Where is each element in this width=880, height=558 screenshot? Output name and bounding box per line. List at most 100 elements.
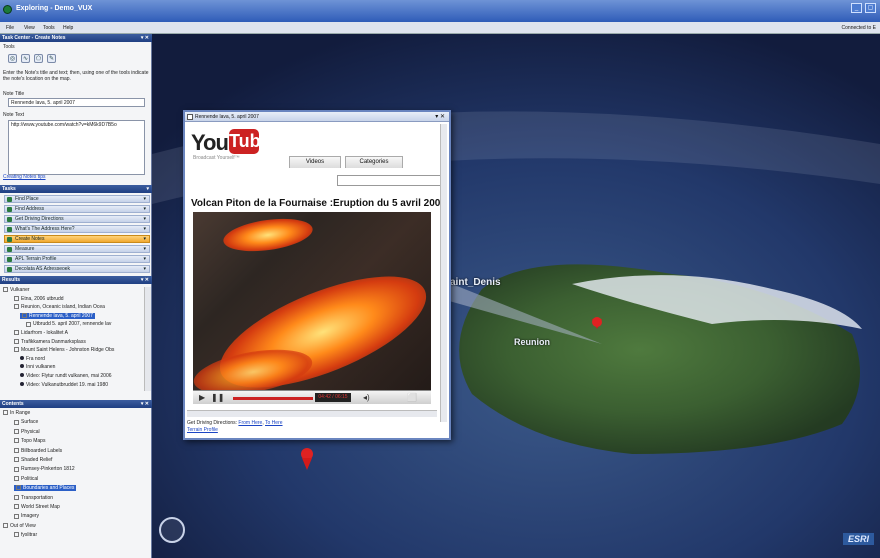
contents-row[interactable]: Rumsey-Pinkerton 1812 <box>14 466 75 472</box>
volume-icon[interactable]: ◂) <box>363 393 370 402</box>
to-here-link[interactable]: To Here <box>265 420 283 426</box>
contents-row[interactable]: Surface <box>14 419 38 425</box>
menu-help[interactable]: Help <box>63 25 73 31</box>
navigation-compass-icon[interactable] <box>159 517 185 543</box>
result-row[interactable]: Mount Saint Helens - Johnston Ridge Obs <box>14 347 114 353</box>
checkbox-icon[interactable] <box>26 321 31 327</box>
play-icon[interactable]: ▶ <box>199 393 205 402</box>
task-item-1[interactable]: Find Address ▾ <box>4 205 150 213</box>
task-item-5[interactable]: Measure ▾ <box>4 245 150 253</box>
task-item-4[interactable]: Create Notes ▾ <box>4 235 150 243</box>
note-title-label: Note Title <box>3 91 25 97</box>
popup-horizontal-scrollbar[interactable] <box>187 410 437 417</box>
contents-row[interactable]: Topo Maps <box>14 438 45 444</box>
minimize-button[interactable]: _ <box>851 3 862 13</box>
line-tool-icon[interactable]: ∿ <box>21 54 30 63</box>
contents-row[interactable]: fyslitrar <box>14 532 37 538</box>
checkbox-icon[interactable] <box>14 338 19 344</box>
checkbox-icon[interactable] <box>14 347 19 353</box>
checkbox-icon[interactable] <box>14 466 19 472</box>
results-scrollbar[interactable] <box>144 287 151 391</box>
checkbox-icon[interactable] <box>14 457 19 463</box>
note-title-input[interactable]: Rennende lava, 5. april 2007 <box>8 98 145 107</box>
collapse-icon[interactable]: ▾ ✕ <box>141 400 149 408</box>
contents-row[interactable]: Out of View <box>3 523 36 529</box>
result-row[interactable]: Trafikkamera Danmarksplass <box>14 339 86 345</box>
checkbox-icon[interactable] <box>16 485 21 491</box>
terrain-profile-link[interactable]: Terrain Profile <box>187 427 218 433</box>
result-row[interactable]: Fra nord <box>20 355 45 362</box>
contents-row[interactable]: Boundaries and Places <box>14 485 77 492</box>
from-here-link[interactable]: From Here <box>238 420 262 426</box>
bullet-icon[interactable] <box>20 381 24 386</box>
point-tool-icon[interactable]: ◎ <box>8 54 17 63</box>
result-row[interactable]: Reunion, Oceanic island, Indian Ocea <box>14 304 105 310</box>
checkbox-icon[interactable] <box>14 428 19 434</box>
freehand-tool-icon[interactable]: ✎ <box>47 54 56 63</box>
checkbox-icon[interactable] <box>14 475 19 481</box>
collapse-icon[interactable]: ▾ <box>146 185 149 193</box>
checkbox-icon[interactable] <box>22 312 27 318</box>
bullet-icon[interactable] <box>20 355 24 360</box>
popup-vertical-scrollbar[interactable] <box>440 124 447 422</box>
checkbox-icon[interactable] <box>14 438 19 444</box>
result-row[interactable]: Inni vulkanen <box>20 364 55 370</box>
checkbox-icon[interactable] <box>14 330 19 336</box>
menu-view[interactable]: View <box>24 25 35 31</box>
result-row[interactable]: Rennende lava, 5. april 2007 <box>20 312 95 319</box>
maximize-button[interactable]: ▢ <box>865 3 876 13</box>
checkbox-icon[interactable] <box>14 304 19 310</box>
contents-row[interactable]: Political <box>14 476 38 482</box>
checkbox-icon[interactable] <box>3 410 8 416</box>
task-item-6[interactable]: APL Terrain Profile ▾ <box>4 255 150 263</box>
task-item-0[interactable]: Find Place ▾ <box>4 195 150 203</box>
task-item-3[interactable]: What's The Address Here? ▾ <box>4 225 150 233</box>
polygon-tool-icon[interactable]: ⬠ <box>34 54 43 63</box>
checkbox-icon[interactable] <box>3 522 8 528</box>
checkbox-icon[interactable] <box>14 532 19 538</box>
contents-row[interactable]: Imagery <box>14 513 39 519</box>
contents-row[interactable]: Billboarded Labels <box>14 448 62 454</box>
task-item-2[interactable]: Get Driving Directions ▾ <box>4 215 150 223</box>
note-text-area[interactable]: http://www.youtube.com/watch?v=kM6k9D7B5… <box>8 120 145 175</box>
result-row[interactable]: Video: Flytur rundt vulkanen, mai 2006 <box>20 373 112 379</box>
collapse-icon[interactable]: ▾ ✕ <box>141 276 149 284</box>
contents-row[interactable]: Shaded Relief <box>14 457 52 463</box>
menu-file[interactable]: File <box>6 25 14 31</box>
video-player[interactable] <box>193 212 431 390</box>
popup-close-icon[interactable]: ▾ ✕ <box>435 112 445 122</box>
tab-categories[interactable]: Categories <box>345 156 403 168</box>
pause-icon[interactable]: ❚❚ <box>211 393 224 402</box>
menu-tools[interactable]: Tools <box>43 25 55 31</box>
result-row[interactable]: Vulkaner <box>3 287 30 293</box>
checkbox-icon[interactable] <box>14 494 19 500</box>
checkbox-icon[interactable] <box>14 504 19 510</box>
checkbox-icon[interactable] <box>14 513 19 519</box>
result-row[interactable]: Lidarfrom - lokalitet A <box>14 330 68 336</box>
creating-notes-tips-link[interactable]: Creating Notes tips <box>3 174 46 180</box>
task-icon <box>7 267 12 272</box>
note-popup-window[interactable]: Rennende lava, 5. april 2007 ▾ ✕ You Tub… <box>183 110 451 440</box>
popup-checkbox[interactable] <box>187 114 193 120</box>
bullet-icon[interactable] <box>20 373 24 377</box>
checkbox-icon[interactable] <box>14 419 19 425</box>
result-row[interactable]: Utbrudd 5. april 2007, rennende lav <box>26 321 111 327</box>
contents-row[interactable]: In Range <box>3 410 30 416</box>
result-row[interactable]: Video: Vulkanutbruddet 19. mai 1980 <box>20 381 108 388</box>
contents-row[interactable]: World Street Map <box>14 504 60 510</box>
task-item-7[interactable]: Decolata AS Adresseoek ▾ <box>4 265 150 273</box>
task-label: Decolata AS Adresseoek <box>15 266 71 272</box>
checkbox-icon[interactable] <box>14 295 19 301</box>
contents-row[interactable]: Physical <box>14 429 40 435</box>
chevron-down-icon: ▾ <box>143 226 146 232</box>
contents-row[interactable]: Transportation <box>14 495 53 501</box>
checkbox-icon[interactable] <box>14 447 19 453</box>
fullscreen-icon[interactable]: ⬜ <box>407 393 417 402</box>
collapse-icon[interactable]: ▾ ✕ <box>141 34 149 42</box>
progress-bar[interactable] <box>233 397 313 400</box>
checkbox-icon[interactable] <box>3 287 8 293</box>
bullet-icon[interactable] <box>20 364 24 369</box>
youtube-search-input[interactable] <box>337 175 441 186</box>
result-row[interactable]: Etna, 2006 utbrudd <box>14 296 64 302</box>
tab-videos[interactable]: Videos <box>289 156 341 168</box>
